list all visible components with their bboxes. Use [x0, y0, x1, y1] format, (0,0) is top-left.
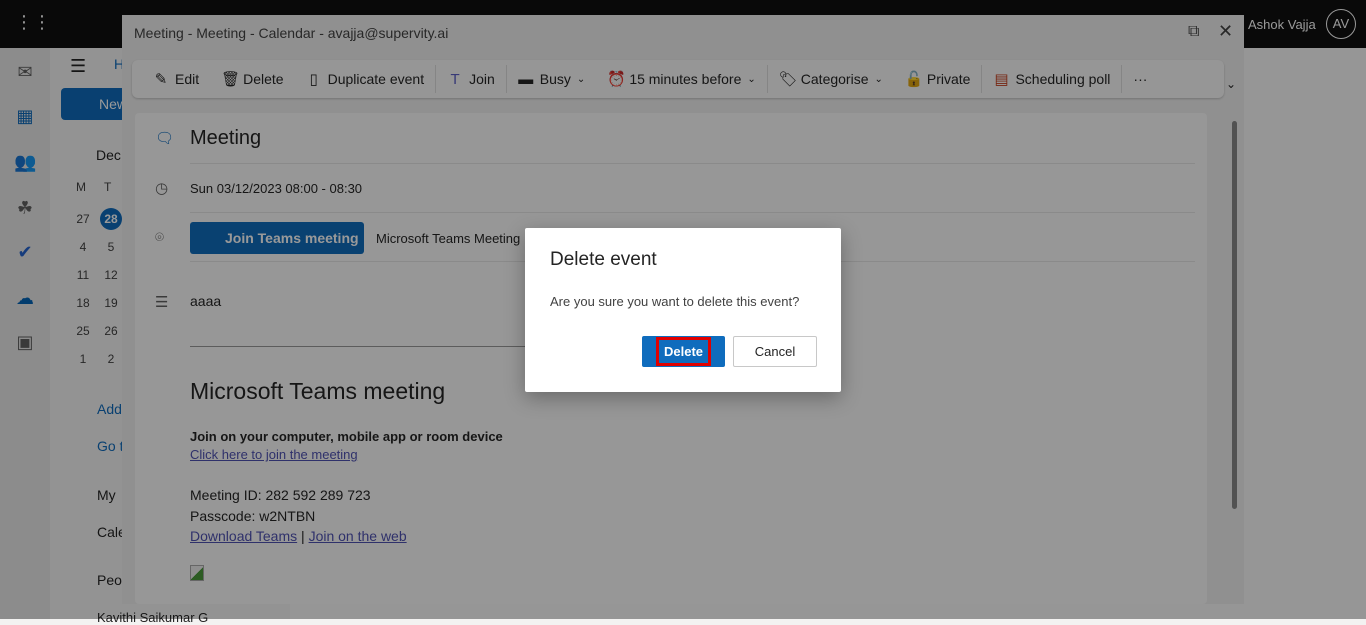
dialog-title: Delete event — [550, 249, 657, 270]
alarm-icon: ⏰ — [607, 71, 626, 88]
chat-icon: 🗨 — [155, 130, 175, 147]
trash-icon: 🗑 — [221, 71, 241, 88]
delete-button[interactable]: 🗑 Delete — [210, 60, 294, 98]
close-icon[interactable]: ✕ — [1218, 21, 1233, 42]
private-button[interactable]: 🔓 Private — [894, 60, 982, 98]
scrollbar[interactable] — [1232, 121, 1237, 509]
chevron-down-icon: ⌄ — [747, 73, 756, 85]
meeting-id: Meeting ID: 282 592 289 723 — [190, 487, 371, 503]
broken-image-icon — [190, 565, 204, 581]
event-toolbar: ✎ Edit 🗑 Delete ▯ Duplicate event T Join ▬ Bu… — [132, 60, 1224, 98]
poll-icon: ▤ — [994, 71, 1009, 88]
busy-dropdown[interactable]: ▬ Busy ⌄ — [507, 60, 597, 98]
confirm-delete-button[interactable]: Delete — [642, 336, 725, 367]
dialog-message: Are you sure you want to delete this eve… — [550, 294, 800, 309]
notes-icon: ☰ — [155, 294, 169, 311]
edit-button[interactable]: ✎ Edit — [142, 60, 210, 98]
join-web-link[interactable]: Join on the web — [309, 528, 407, 544]
chevron-down-icon: ⌄ — [576, 73, 586, 85]
passcode: Passcode: w2NTBN — [190, 508, 316, 524]
duplicate-event-button[interactable]: ▯ Duplicate event — [295, 60, 436, 98]
event-notes: aaaa — [190, 293, 222, 309]
links-row: Download Teams | Join on the web — [190, 528, 407, 544]
status-icon: ▬ — [518, 70, 534, 88]
teams-icon: T — [450, 70, 460, 88]
delete-event-dialog: Delete event Are you sure you want to de… — [525, 228, 841, 392]
lock-icon: 🔓 — [904, 71, 924, 88]
location-text: Microsoft Teams Meeting — [376, 231, 521, 246]
categorise-dropdown[interactable]: 🏷 Categorise ⌄ — [768, 60, 894, 98]
join-button[interactable]: T Join — [436, 60, 506, 98]
copy-icon: ▯ — [309, 71, 318, 88]
reminder-dropdown[interactable]: ⏰ 15 minutes before ⌄ — [596, 60, 766, 98]
clock-icon: ◷ — [155, 180, 169, 197]
chevron-down-icon: ⌄ — [874, 73, 883, 85]
join-info: Join on your computer, mobile app or roo… — [190, 429, 503, 444]
expand-toolbar-icon[interactable]: ⌄ — [1226, 77, 1236, 91]
window-title: Meeting - Meeting - Calendar - avajja@su… — [134, 25, 449, 41]
event-title: Meeting — [190, 127, 1195, 164]
more-options-button[interactable]: ··· — [1122, 60, 1158, 98]
download-teams-link[interactable]: Download Teams — [190, 528, 297, 544]
event-datetime: Sun 03/12/2023 08:00 - 08:30 — [190, 181, 1195, 213]
join-meeting-link[interactable]: Click here to join the meeting — [190, 447, 358, 462]
tag-icon: 🏷 — [778, 71, 798, 88]
teams-heading: Microsoft Teams meeting — [190, 378, 446, 404]
scheduling-poll-button[interactable]: ▤ Scheduling poll — [982, 60, 1121, 98]
join-teams-meeting-button[interactable]: Join Teams meeting — [190, 222, 364, 254]
cancel-button[interactable]: Cancel — [733, 336, 817, 367]
location-icon: ⌾ — [155, 229, 165, 246]
pop-out-icon[interactable]: ⧉ — [1188, 23, 1199, 41]
pencil-icon: ✎ — [154, 71, 168, 88]
